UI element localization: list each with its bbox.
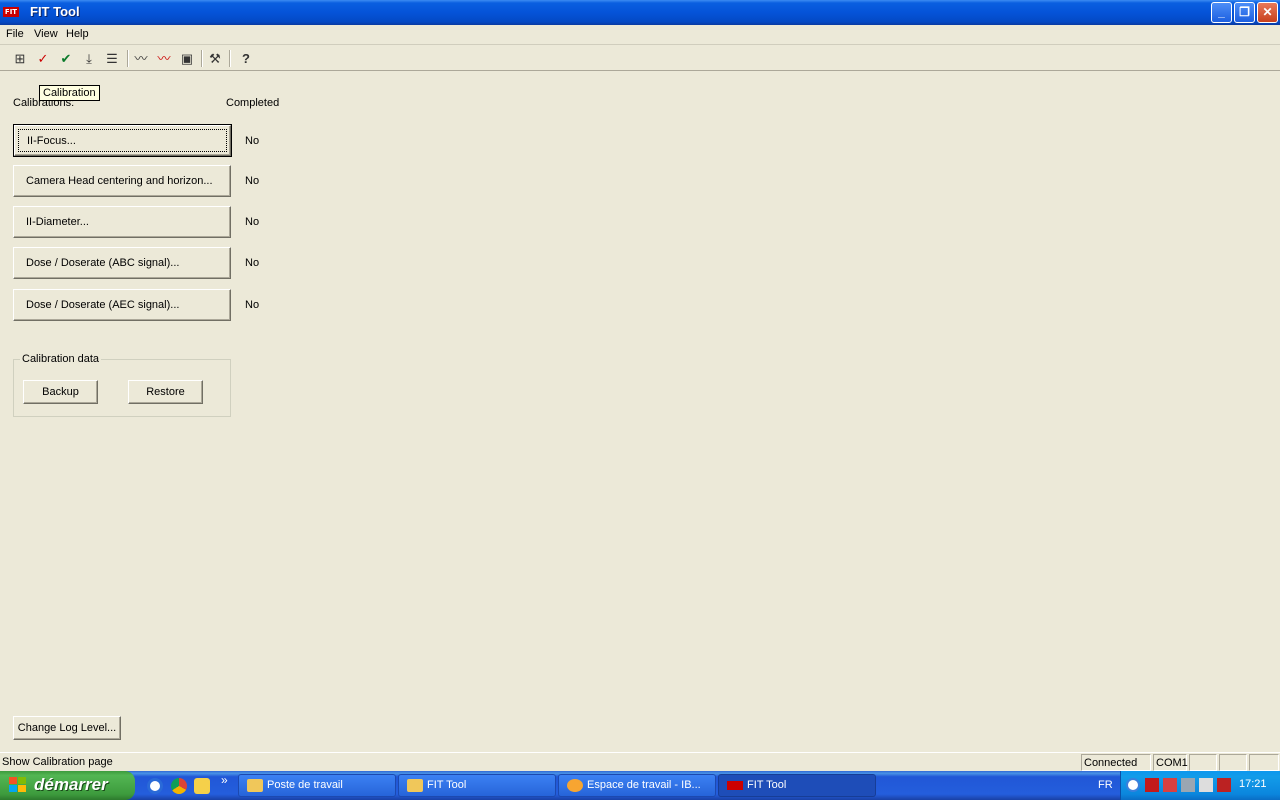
task-poste-de-travail[interactable]: Poste de travail [238, 774, 396, 797]
dose-abc-completed: No [245, 257, 260, 269]
port-status: COM1 [1153, 754, 1188, 771]
status-text: Show Calibration page [2, 756, 113, 768]
toolbar-separator [201, 50, 203, 67]
minimize-button[interactable]: _ [1211, 2, 1232, 23]
folder-icon [407, 779, 423, 792]
toolbar-separator [127, 50, 129, 67]
title-bar[interactable]: FIT FIT Tool _ ❐ ✕ [0, 0, 1280, 25]
hammer-icon[interactable]: ⚒ [205, 49, 225, 68]
task-label: FIT Tool [427, 779, 467, 791]
start-label: démarrer [34, 775, 108, 794]
window-title: FIT Tool [30, 4, 80, 19]
dose-aec-button[interactable]: Dose / Doserate (AEC signal)... [13, 289, 231, 321]
tray-arrow-icon[interactable] [1126, 778, 1140, 792]
tooltip: Calibration [39, 85, 100, 101]
folder-icon [247, 779, 263, 792]
network-icon[interactable] [1181, 778, 1195, 792]
task-label: Poste de travail [267, 779, 343, 791]
dose-aec-completed: No [245, 299, 260, 311]
status-panel-empty [1189, 754, 1217, 771]
app-icon: FIT [3, 7, 19, 17]
taskbar: démarrer » Poste de travail FIT Tool Esp… [0, 771, 1280, 800]
fit-app-icon [727, 781, 743, 790]
restore-button[interactable]: ❐ [1234, 2, 1255, 23]
firewall-icon[interactable] [1217, 778, 1231, 792]
check-icon[interactable]: ✔ [56, 49, 76, 68]
chrome-icon[interactable] [171, 778, 187, 794]
windows-flag-icon [9, 777, 27, 794]
status-panel-empty [1219, 754, 1247, 771]
camera-head-button[interactable]: Camera Head centering and horizon... [13, 165, 231, 197]
help-icon[interactable]: ? [236, 49, 256, 68]
backup-button[interactable]: Backup [23, 380, 98, 404]
language-indicator[interactable]: FR [1098, 779, 1113, 791]
menu-help[interactable]: Help [66, 28, 89, 40]
task-label: FIT Tool [747, 779, 787, 791]
status-panel-empty [1249, 754, 1279, 771]
list-run-icon[interactable]: ☰ [102, 49, 122, 68]
task-label: Espace de travail - IB... [587, 779, 701, 791]
task-fit-tool-active[interactable]: FIT Tool [718, 774, 876, 797]
task-fit-tool-folder[interactable]: FIT Tool [398, 774, 556, 797]
restore-button[interactable]: Restore [128, 380, 203, 404]
close-button[interactable]: ✕ [1257, 2, 1278, 23]
ie-icon[interactable] [147, 778, 163, 794]
menu-bar: File View Help [0, 25, 1280, 45]
toolbar: ⊞ ✓ ✔ ⤓ ☰ 〰 〰 ▣ ⚒ ? [0, 46, 1280, 71]
menu-file[interactable]: File [6, 28, 24, 40]
completed-header: Completed [226, 97, 280, 109]
clock[interactable]: 17:21 [1239, 778, 1267, 790]
ii-focus-completed: No [245, 135, 260, 147]
change-log-level-button[interactable]: Change Log Level... [13, 716, 121, 740]
antivirus-icon[interactable] [1163, 778, 1177, 792]
download-icon[interactable]: ⤓ [79, 49, 99, 68]
task-espace-de-travail[interactable]: Espace de travail - IB... [558, 774, 716, 797]
graph-icon[interactable]: 〰 [131, 49, 151, 68]
calibration-data-title: Calibration data [20, 353, 102, 365]
ii-diameter-completed: No [245, 216, 260, 228]
quicklaunch-chevron-icon[interactable]: » [221, 773, 228, 787]
menu-view[interactable]: View [34, 28, 58, 40]
connection-status: Connected [1081, 754, 1151, 771]
app-globe-icon [567, 779, 583, 792]
chart-monitor-icon[interactable]: ▣ [177, 49, 197, 68]
ii-diameter-button[interactable]: II-Diameter... [13, 206, 231, 238]
graph-alert-icon[interactable]: 〰 [154, 49, 174, 68]
calibration-icon[interactable]: ✓ [33, 49, 53, 68]
start-button[interactable]: démarrer [0, 771, 135, 800]
mail-icon[interactable] [194, 778, 210, 794]
status-bar: Show Calibration page Connected COM1 [0, 752, 1280, 771]
tray-off-icon[interactable] [1199, 778, 1213, 792]
acrobat-icon[interactable] [1145, 778, 1159, 792]
toolbar-separator [229, 50, 231, 67]
dose-abc-button[interactable]: Dose / Doserate (ABC signal)... [13, 247, 231, 279]
system-tray: 17:21 [1120, 771, 1280, 800]
ii-focus-button[interactable]: II-Focus... [13, 124, 232, 157]
tree-view-icon[interactable]: ⊞ [10, 49, 30, 68]
ii-focus-label: II-Focus... [27, 134, 76, 147]
camera-head-completed: No [245, 175, 260, 187]
